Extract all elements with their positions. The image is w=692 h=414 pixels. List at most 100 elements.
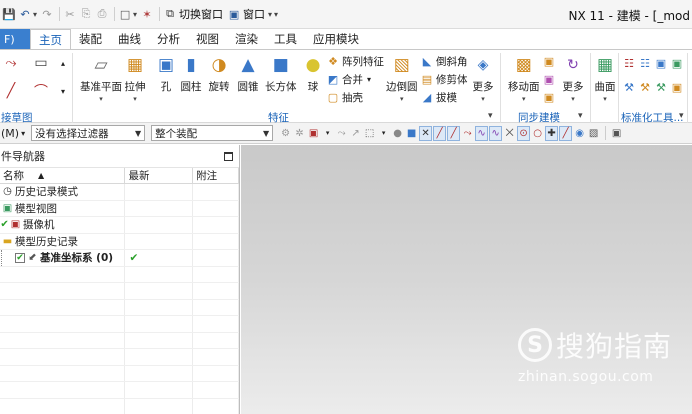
cut-icon[interactable]: ✂ — [63, 5, 77, 23]
select-color-icon[interactable]: ▣ — [307, 126, 320, 141]
tree-row-model-views[interactable]: ▣ 模型视图 — [0, 200, 239, 217]
move-face-dropdown-icon[interactable]: ▾ — [522, 95, 526, 103]
snap-center-icon[interactable]: ⊙ — [517, 125, 531, 141]
cone-button[interactable]: ▲ 圆锥 — [237, 54, 259, 94]
feature-group-expand-icon[interactable]: ▾ — [488, 111, 493, 121]
tree-row-datum-csys[interactable]: ✔ ⬋ 基准坐标系 (0) ✔ — [0, 250, 240, 267]
line-icon[interactable]: ╱ — [4, 83, 18, 99]
maximize-icon[interactable] — [224, 151, 233, 161]
snap-surface-icon[interactable]: ▧ — [587, 126, 600, 141]
undo-icon[interactable]: ↶ — [18, 5, 32, 23]
column-latest-header[interactable]: 最新 — [125, 168, 194, 183]
new-dropdown-icon[interactable]: ▾ — [133, 10, 137, 19]
sync-tool-2[interactable]: ▣ — [542, 72, 558, 86]
snap-face-icon[interactable]: ◉ — [573, 126, 586, 141]
std-tool-7-icon[interactable]: ⚒ — [654, 80, 668, 94]
snap-midpoint-icon[interactable]: ╱ — [433, 125, 447, 141]
trim-body-button[interactable]: ▤ 修剪体 — [420, 72, 468, 87]
surface-dropdown-icon[interactable]: ▾ — [603, 95, 607, 103]
window-dropdown-icon[interactable]: ▾ — [268, 10, 272, 19]
box-select-dropdown-icon[interactable]: ▾ — [377, 126, 390, 141]
unite-dropdown-icon[interactable]: ▾ — [367, 75, 371, 84]
selection-scope-select[interactable]: 整个装配 ▼ — [151, 125, 274, 141]
new-window-icon[interactable]: □ — [118, 5, 132, 23]
menu-button[interactable]: (M) — [1, 127, 19, 140]
tab-home[interactable]: 主页 — [30, 29, 71, 49]
sync-group-expand-icon[interactable]: ▾ — [578, 111, 583, 121]
select-all-icon[interactable]: ✲ — [293, 126, 306, 141]
sync-tool-1[interactable]: ▣ — [542, 54, 558, 68]
std-tool-2-icon[interactable]: ☷ — [638, 56, 652, 70]
cylinder-button[interactable]: ▮ 圆柱 — [180, 54, 202, 94]
snap-quadrant-icon[interactable]: ○ — [531, 126, 544, 141]
more-sync-dropdown-icon[interactable]: ▾ — [571, 95, 575, 103]
sketch-dropdown-icon[interactable]: ▾ — [56, 84, 70, 98]
snap-tangent-icon[interactable]: ╱ — [559, 125, 573, 141]
revolve-button[interactable]: ◑ 旋转 — [208, 54, 230, 94]
edge-blend-dropdown-icon[interactable]: ▾ — [400, 95, 404, 103]
tab-applications[interactable]: 应用模块 — [305, 29, 367, 49]
tab-render[interactable]: 渲染 — [227, 29, 266, 49]
extrude-button[interactable]: ▦ 拉伸 ▾ — [124, 54, 146, 103]
tab-tools[interactable]: 工具 — [266, 29, 305, 49]
surface-button[interactable]: ▦ 曲面 ▾ — [594, 54, 616, 103]
tab-file[interactable]: F) — [0, 29, 30, 49]
switch-window-button[interactable]: 切换窗口 — [179, 6, 223, 22]
snap-curve-icon[interactable]: ∿ — [475, 125, 489, 141]
copy-icon[interactable]: ⎘ — [79, 5, 93, 23]
tree-row-cameras[interactable]: ✔ ▣ 摄像机 — [0, 217, 239, 234]
solid-filter-icon[interactable]: ■ — [405, 126, 418, 141]
sphere-filter-icon[interactable]: ● — [391, 126, 404, 141]
column-name-header[interactable]: 名称 ▲ — [0, 168, 126, 183]
datum-plane-button[interactable]: ▱ 基准平面 ▾ — [80, 54, 122, 103]
tab-assembly[interactable]: 装配 — [71, 29, 110, 49]
pattern-feature-button[interactable]: ❖ 阵列特征 — [326, 54, 384, 69]
menu-dropdown-icon[interactable]: ▾ — [21, 129, 25, 138]
snap-tool-1-icon[interactable]: ⤳ — [335, 126, 348, 141]
edge-blend-button[interactable]: ▧ 边倒圆 ▾ — [386, 54, 418, 103]
datum-plane-dropdown-icon[interactable]: ▾ — [99, 95, 103, 103]
rectangle-icon[interactable]: ▭ — [34, 55, 48, 71]
customize-qa-icon[interactable]: ▾ — [274, 10, 278, 19]
snap-spline-icon[interactable]: ∿ — [489, 125, 503, 141]
sync-tool-3[interactable]: ▣ — [542, 90, 558, 104]
std-tool-4-icon[interactable]: ▣ — [670, 56, 684, 70]
box-select-icon[interactable]: ⬚ — [363, 126, 376, 141]
more-feature-button[interactable]: ◈ 更多 ▾ — [472, 54, 494, 103]
filter-tool-icon[interactable]: ⚙ — [279, 126, 292, 141]
snap-line-icon[interactable]: ╱ — [447, 125, 461, 141]
tab-analysis[interactable]: 分析 — [149, 29, 188, 49]
arrow-dropdown-icon[interactable]: ▾ — [321, 126, 334, 141]
quick-pick-icon[interactable]: ▣ — [610, 126, 623, 141]
snap-endpoint-icon[interactable]: ✕ — [419, 125, 433, 141]
std-tool-3-icon[interactable]: ▣ — [654, 56, 668, 70]
snap-intersection-icon[interactable]: ⨉ — [503, 126, 516, 141]
arc-icon[interactable]: ⌒ — [34, 84, 48, 100]
tab-curve[interactable]: 曲线 — [110, 29, 149, 49]
checkbox-checked-icon[interactable]: ✔ — [15, 252, 25, 263]
tab-view[interactable]: 视图 — [188, 29, 227, 49]
more-sync-button[interactable]: ↻ 更多 ▾ — [562, 54, 584, 103]
tree-row-history-mode[interactable]: ◷ 历史记录模式 — [0, 184, 239, 201]
paste-icon[interactable]: ⎙ — [95, 5, 109, 23]
more-sketch-icon[interactable]: ▴ — [56, 56, 70, 70]
chamfer-button[interactable]: ◣ 倒斜角 — [420, 54, 468, 69]
snap-tool-2-icon[interactable]: ↗ — [349, 126, 362, 141]
hole-button[interactable]: ▣ 孔 — [155, 54, 177, 94]
unite-button[interactable]: ◩ 合并 ▾ — [326, 72, 371, 87]
std-tool-8-icon[interactable]: ▣ — [670, 80, 684, 94]
save-icon[interactable]: 💾 — [2, 5, 16, 23]
block-button[interactable]: ■ 长方体 — [265, 54, 297, 94]
move-face-button[interactable]: ▩ 移动面 ▾ — [508, 54, 540, 103]
more-feature-dropdown-icon[interactable]: ▾ — [481, 95, 485, 103]
column-note-header[interactable]: 附注 — [193, 168, 239, 183]
window-icon[interactable]: ▣ — [227, 5, 241, 23]
redo-icon[interactable]: ↷ — [40, 5, 54, 23]
repeat-command-icon[interactable]: ✶ — [140, 5, 154, 23]
shell-button[interactable]: ▢ 抽壳 — [326, 90, 363, 105]
undo-dropdown-icon[interactable]: ▾ — [33, 10, 37, 19]
window-menu-button[interactable]: 窗口 — [243, 6, 265, 22]
sphere-button[interactable]: ● 球 — [302, 54, 324, 94]
std-tool-1-icon[interactable]: ☷ — [622, 56, 636, 70]
switch-window-icon[interactable]: ⧉ — [163, 5, 177, 23]
